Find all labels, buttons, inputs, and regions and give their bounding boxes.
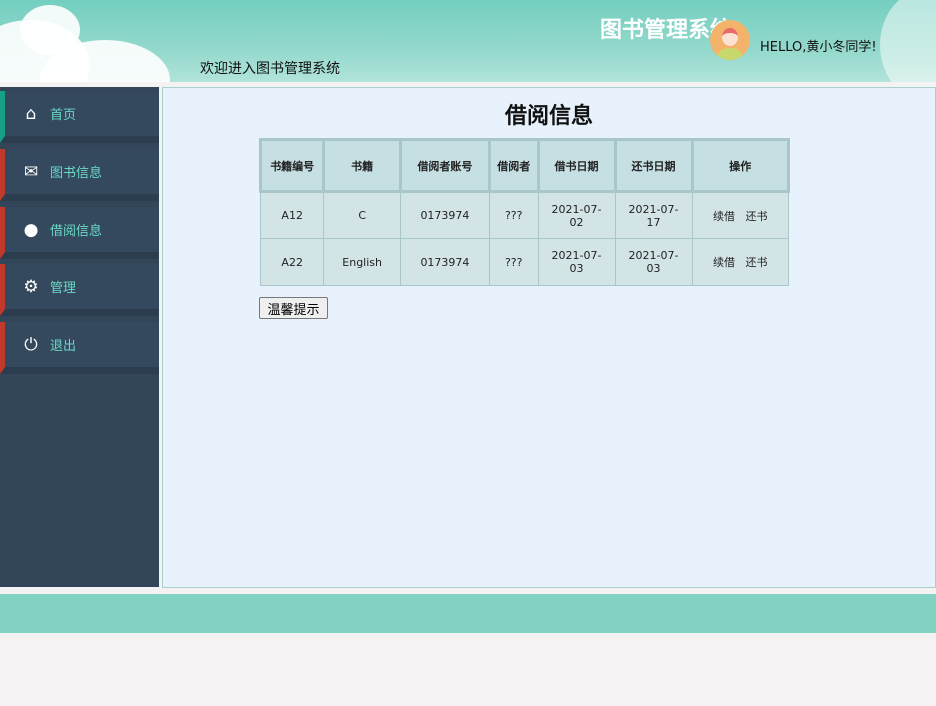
welcome-text: 欢迎进入图书管理系统 — [200, 58, 340, 78]
cell-borrower: ??? — [489, 239, 538, 286]
sidebar-item-label: 退出 — [50, 335, 76, 354]
table-row: A22 English 0173974 ??? 2021-07-03 2021-… — [261, 239, 789, 286]
sidebar-item-label: 首页 — [50, 104, 76, 123]
cell-return-date: 2021-07-03 — [615, 239, 692, 286]
cell-account: 0173974 — [400, 192, 489, 239]
avatar — [710, 20, 750, 60]
sidebar-item-manage[interactable]: ⚙ 管理 — [0, 264, 159, 316]
sidebar: ⌂ 首页 ✉ 图书信息 ● 借阅信息 ⚙ 管理 ⏻ 退出 — [0, 87, 159, 587]
cell-book-id: A22 — [261, 239, 324, 286]
table-header: 书籍编号 书籍 借阅者账号 借阅者 借书日期 还书日期 操作 — [261, 140, 789, 192]
return-link[interactable]: 还书 — [746, 210, 768, 223]
renew-link[interactable]: 续借 — [713, 256, 735, 269]
column-header: 书籍编号 — [261, 140, 324, 192]
column-header: 借阅者 — [489, 140, 538, 192]
sidebar-item-books[interactable]: ✉ 图书信息 — [0, 149, 159, 201]
user-greeting: HELLO,黄小冬同学! — [760, 36, 877, 55]
cell-account: 0173974 — [400, 239, 489, 286]
column-header: 还书日期 — [615, 140, 692, 192]
table-row: A12 C 0173974 ??? 2021-07-02 2021-07-17 … — [261, 192, 789, 239]
page-title: 借阅信息 — [163, 98, 935, 130]
cell-actions: 续借 还书 — [692, 239, 788, 286]
cell-book: English — [324, 239, 401, 286]
sidebar-item-label: 借阅信息 — [50, 220, 102, 239]
column-header: 操作 — [692, 140, 788, 192]
sidebar-item-borrow[interactable]: ● 借阅信息 — [0, 207, 159, 259]
column-header: 书籍 — [324, 140, 401, 192]
gears-icon: ⚙ — [20, 277, 42, 297]
header: 图书管理系统 欢迎进入图书管理系统 HELLO,黄小冬同学! — [0, 0, 936, 82]
sidebar-item-home[interactable]: ⌂ 首页 — [0, 91, 159, 143]
home-icon: ⌂ — [20, 104, 42, 124]
cell-book-id: A12 — [261, 192, 324, 239]
user-icon: ● — [20, 220, 42, 240]
sidebar-item-label: 管理 — [50, 277, 76, 296]
cell-borrow-date: 2021-07-02 — [538, 192, 615, 239]
cell-actions: 续借 还书 — [692, 192, 788, 239]
column-header: 借阅者账号 — [400, 140, 489, 192]
footer — [0, 594, 936, 633]
cell-borrower: ??? — [489, 192, 538, 239]
power-icon: ⏻ — [20, 335, 42, 355]
return-link[interactable]: 还书 — [746, 256, 768, 269]
column-header: 借书日期 — [538, 140, 615, 192]
envelope-icon: ✉ — [20, 162, 42, 182]
tips-button[interactable]: 温馨提示 — [259, 297, 328, 319]
cell-book: C — [324, 192, 401, 239]
cell-return-date: 2021-07-17 — [615, 192, 692, 239]
renew-link[interactable]: 续借 — [713, 210, 735, 223]
sidebar-item-label: 图书信息 — [50, 162, 102, 181]
borrow-table: 书籍编号 书籍 借阅者账号 借阅者 借书日期 还书日期 操作 A12 C 017… — [259, 138, 790, 286]
sidebar-item-logout[interactable]: ⏻ 退出 — [0, 322, 159, 374]
cell-borrow-date: 2021-07-03 — [538, 239, 615, 286]
main-panel: 借阅信息 书籍编号 书籍 借阅者账号 借阅者 借书日期 还书日期 操作 A12 … — [162, 87, 936, 588]
